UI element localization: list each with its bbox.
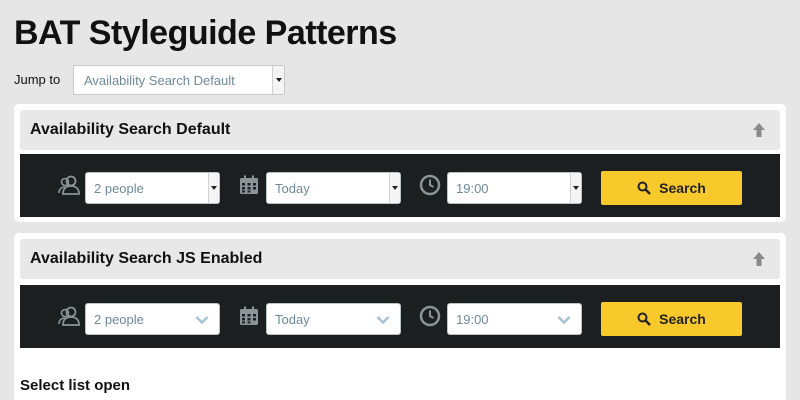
- dropdown-arrow-icon: [208, 173, 219, 203]
- section-availability-search-default: Availability Search Default 2 people Tod…: [14, 104, 786, 222]
- chevron-down-icon: [557, 316, 571, 325]
- chevron-down-icon: [195, 316, 209, 325]
- jump-to-selected-value: Availability Search Default: [84, 72, 235, 88]
- people-select[interactable]: 2 people: [85, 172, 220, 204]
- section-header: Availability Search Default: [20, 110, 780, 150]
- people-value: 2 people: [94, 180, 144, 196]
- people-select[interactable]: 2 people: [85, 303, 220, 335]
- search-button[interactable]: Search: [601, 302, 742, 336]
- clock-icon: [419, 174, 441, 196]
- jump-to-label: Jump to: [14, 72, 61, 87]
- time-value: 19:00: [456, 311, 489, 327]
- page-title: BAT Styleguide Patterns: [14, 14, 397, 52]
- people-icon: [58, 175, 80, 195]
- dropdown-arrow-icon: [570, 173, 581, 203]
- time-value: 19:00: [456, 180, 489, 196]
- date-select[interactable]: Today: [266, 172, 401, 204]
- people-icon: [58, 306, 80, 326]
- section-availability-search-js: Availability Search JS Enabled 2 people: [14, 233, 786, 400]
- section-title: Availability Search JS Enabled: [30, 250, 263, 267]
- time-select[interactable]: 19:00: [447, 172, 582, 204]
- time-select[interactable]: 19:00: [447, 303, 582, 335]
- calendar-icon: [240, 175, 258, 194]
- section-title: Availability Search Default: [30, 121, 231, 138]
- dropdown-arrow-icon: [272, 66, 284, 94]
- arrow-up-icon[interactable]: [752, 251, 766, 267]
- search-icon: [637, 312, 651, 326]
- select-list-open-heading: Select list open: [20, 377, 131, 394]
- search-button-label: Search: [659, 180, 706, 196]
- date-select[interactable]: Today: [266, 303, 401, 335]
- availability-search-bar: 2 people Today 19:00 Search: [20, 285, 780, 348]
- jump-to-select[interactable]: Availability Search Default: [73, 65, 285, 95]
- search-button[interactable]: Search: [601, 171, 742, 205]
- availability-search-bar: 2 people Today 19:00 Search: [20, 154, 780, 217]
- search-icon: [637, 181, 651, 195]
- section-header: Availability Search JS Enabled: [20, 239, 780, 279]
- date-value: Today: [275, 180, 310, 196]
- chevron-down-icon: [376, 316, 390, 325]
- search-button-label: Search: [659, 311, 706, 327]
- people-value: 2 people: [94, 311, 144, 327]
- arrow-up-icon[interactable]: [752, 122, 766, 138]
- calendar-icon: [240, 306, 258, 325]
- dropdown-arrow-icon: [389, 173, 400, 203]
- date-value: Today: [275, 311, 310, 327]
- clock-icon: [419, 305, 441, 327]
